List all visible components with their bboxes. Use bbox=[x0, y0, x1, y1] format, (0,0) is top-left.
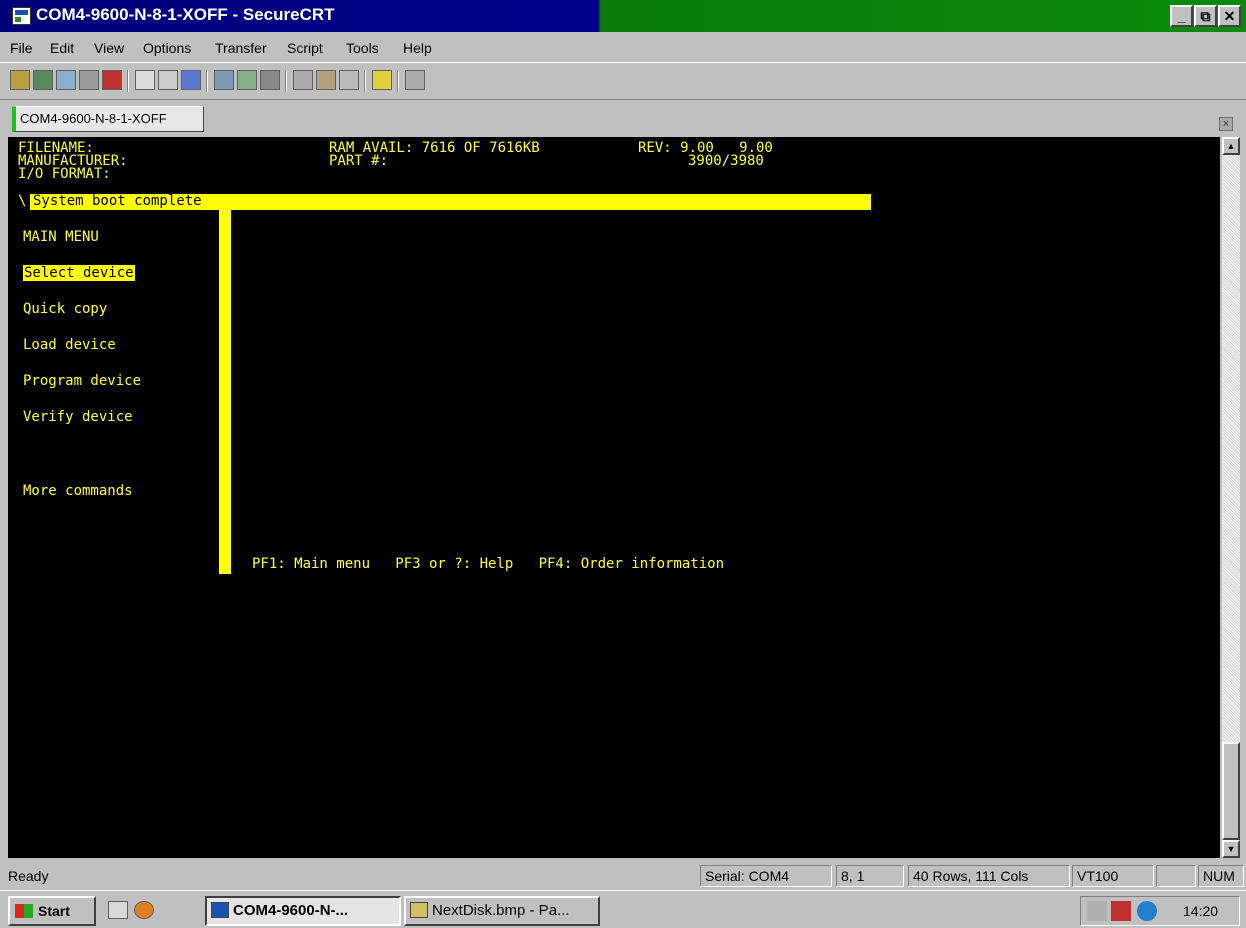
copy-icon[interactable] bbox=[135, 70, 155, 90]
securecrt-task-icon bbox=[211, 902, 229, 918]
menu-options[interactable]: Options bbox=[143, 40, 191, 56]
menu-edit[interactable]: Edit bbox=[50, 40, 74, 56]
menu-option-quick-copy[interactable]: Quick copy bbox=[23, 301, 107, 318]
toolbar-separator bbox=[364, 70, 366, 92]
scroll-up-arrow-icon[interactable]: ▲ bbox=[1222, 137, 1240, 155]
task-paint-label: NextDisk.bmp - Pa... bbox=[432, 902, 570, 919]
connect-icon[interactable] bbox=[10, 70, 30, 90]
windows-logo-icon bbox=[15, 904, 33, 918]
tray-app-icon[interactable] bbox=[1137, 901, 1157, 921]
quick-launch bbox=[108, 899, 178, 925]
status-cursor-position: 8, 1 bbox=[836, 865, 904, 887]
script-icon[interactable] bbox=[405, 70, 425, 90]
title-bar[interactable]: COM4-9600-N-8-1-XOFF - SecureCRT _ ⧉ ✕ bbox=[0, 0, 1246, 32]
menu-transfer[interactable]: Transfer bbox=[215, 40, 267, 56]
menu-option-select-device[interactable]: Select device bbox=[23, 265, 135, 282]
tab-bar: COM4-9600-N-8-1-XOFF × bbox=[0, 101, 1246, 135]
part-value: 3900/3980 bbox=[688, 153, 764, 169]
disconnect-icon[interactable] bbox=[102, 70, 122, 90]
window-title: COM4-9600-N-8-1-XOFF - SecureCRT bbox=[36, 5, 335, 24]
toolbar-separator bbox=[127, 70, 129, 92]
task-securecrt[interactable]: COM4-9600-N-... bbox=[205, 896, 401, 926]
restore-button[interactable]: ⧉ bbox=[1194, 5, 1217, 27]
toolbar-separator bbox=[285, 70, 287, 92]
menu-help[interactable]: Help bbox=[403, 40, 432, 56]
menu-option-verify-device[interactable]: Verify device bbox=[23, 409, 133, 426]
toolbar bbox=[0, 62, 1246, 100]
find-icon[interactable] bbox=[181, 70, 201, 90]
connect-tab-icon[interactable] bbox=[56, 70, 76, 90]
tab-session[interactable]: COM4-9600-N-8-1-XOFF bbox=[12, 106, 204, 132]
sftp-icon[interactable] bbox=[316, 70, 336, 90]
volume-icon[interactable] bbox=[1087, 901, 1107, 921]
menu-view[interactable]: View bbox=[94, 40, 124, 56]
io-format-label: I/O FORMAT: bbox=[18, 166, 111, 182]
status-num-lock: NUM bbox=[1198, 865, 1244, 887]
part-label: PART #: bbox=[329, 153, 389, 169]
toolbar-separator bbox=[397, 70, 399, 92]
properties-icon[interactable] bbox=[293, 70, 313, 90]
menu-bar: File Edit View Options Transfer Script T… bbox=[0, 32, 1246, 62]
status-serial: Serial: COM4 bbox=[700, 865, 832, 887]
start-button[interactable]: Start bbox=[8, 896, 96, 926]
securecrt-app-icon[interactable] bbox=[12, 7, 31, 25]
scroll-down-arrow-icon[interactable]: ▼ bbox=[1222, 840, 1240, 858]
reconnect-icon[interactable] bbox=[79, 70, 99, 90]
cursor-column-highlight bbox=[219, 194, 231, 574]
tab-close-icon[interactable]: × bbox=[1219, 117, 1233, 131]
menu-tools[interactable]: Tools bbox=[346, 40, 379, 56]
network-icon[interactable] bbox=[1111, 901, 1131, 921]
paste-icon[interactable] bbox=[158, 70, 178, 90]
clock[interactable]: 14:20 bbox=[1183, 903, 1218, 919]
function-key-footer: PF1: Main menu PF3 or ?: Help PF4: Order… bbox=[252, 556, 725, 572]
status-empty-pane bbox=[1156, 865, 1196, 887]
scroll-thumb[interactable] bbox=[1222, 742, 1240, 840]
main-menu-title: MAIN MENU bbox=[23, 229, 99, 245]
show-desktop-icon[interactable] bbox=[108, 901, 128, 919]
close-button[interactable]: ✕ bbox=[1218, 5, 1241, 27]
start-label: Start bbox=[38, 903, 70, 919]
taskbar: Start COM4-9600-N-... NextDisk.bmp - Pa.… bbox=[0, 890, 1246, 928]
quick-connect-icon[interactable] bbox=[33, 70, 53, 90]
session-options-icon[interactable] bbox=[214, 70, 234, 90]
keymap-icon[interactable] bbox=[339, 70, 359, 90]
status-emulation: VT100 bbox=[1072, 865, 1154, 887]
status-terminal-size: 40 Rows, 111 Cols bbox=[908, 865, 1070, 887]
terminal-screen[interactable]: FILENAME: MANUFACTURER: I/O FORMAT: RAM … bbox=[8, 137, 1220, 858]
menu-option-load-device[interactable]: Load device bbox=[23, 337, 116, 354]
system-tray: 14:20 bbox=[1080, 896, 1240, 926]
status-text: Ready bbox=[8, 868, 49, 884]
vertical-scrollbar[interactable]: ▲ ▼ bbox=[1222, 137, 1240, 858]
browser-icon[interactable] bbox=[134, 901, 154, 919]
status-bar: Ready Serial: COM4 8, 1 40 Rows, 111 Col… bbox=[0, 860, 1246, 890]
selected-option-label[interactable]: Select device bbox=[23, 265, 135, 281]
menu-script[interactable]: Script bbox=[287, 40, 323, 56]
task-paint[interactable]: NextDisk.bmp - Pa... bbox=[404, 896, 600, 926]
boot-message: System boot complete bbox=[33, 193, 202, 209]
menu-file[interactable]: File bbox=[10, 40, 33, 56]
task-securecrt-label: COM4-9600-N-... bbox=[233, 902, 349, 919]
print-icon[interactable] bbox=[260, 70, 280, 90]
global-options-icon[interactable] bbox=[237, 70, 257, 90]
menu-option-more-commands[interactable]: More commands bbox=[23, 483, 133, 500]
menu-option-program-device[interactable]: Program device bbox=[23, 373, 141, 390]
minimize-button[interactable]: _ bbox=[1170, 5, 1193, 27]
spinner-char: \ bbox=[18, 193, 27, 209]
help-icon[interactable] bbox=[372, 70, 392, 90]
toolbar-separator bbox=[206, 70, 208, 92]
paint-task-icon bbox=[410, 902, 428, 918]
